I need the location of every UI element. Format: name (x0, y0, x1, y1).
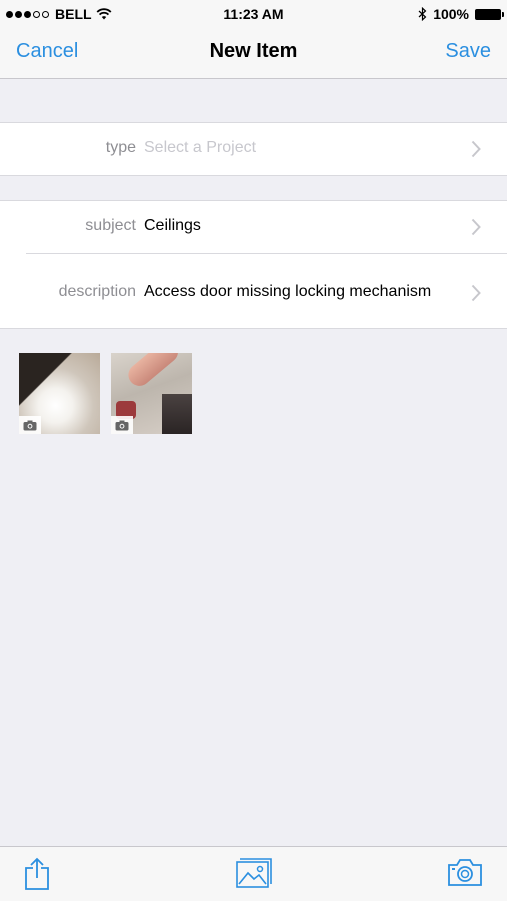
navigation-bar: Cancel New Item Save (0, 28, 507, 79)
description-row[interactable]: description Access door missing locking … (26, 253, 507, 328)
page-title: New Item (209, 40, 298, 62)
description-label: description (58, 283, 136, 300)
description-value: Access door missing locking mechanism (144, 283, 432, 300)
type-row[interactable]: type Select a Project (0, 123, 507, 175)
battery-percent: 100% (433, 6, 469, 22)
chevron-right-icon (471, 218, 481, 236)
status-bar: BELL 11:23 AM 100% (0, 0, 507, 28)
type-placeholder: Select a Project (144, 139, 257, 156)
bottom-toolbar (0, 846, 507, 901)
type-section: type Select a Project (0, 122, 507, 176)
photo-library-icon[interactable] (236, 857, 272, 889)
photo-thumbnail[interactable] (19, 353, 100, 434)
subject-label: subject (85, 217, 136, 234)
camera-icon (19, 416, 41, 434)
save-button[interactable]: Save (445, 40, 491, 63)
chevron-right-icon (471, 284, 481, 302)
type-label: type (105, 139, 136, 156)
photo-thumbnail[interactable] (111, 353, 192, 434)
chevron-right-icon (471, 140, 481, 158)
details-section: subject Ceilings description Access door… (0, 200, 507, 329)
status-right: 100% (418, 6, 504, 22)
battery-icon (475, 8, 504, 20)
subject-value: Ceilings (144, 217, 201, 234)
photo-thumbnails (19, 353, 192, 434)
subject-row[interactable]: subject Ceilings (0, 201, 507, 253)
camera-icon (111, 416, 133, 434)
camera-icon[interactable] (447, 857, 483, 887)
bluetooth-icon (418, 7, 427, 21)
share-icon[interactable] (24, 857, 50, 891)
